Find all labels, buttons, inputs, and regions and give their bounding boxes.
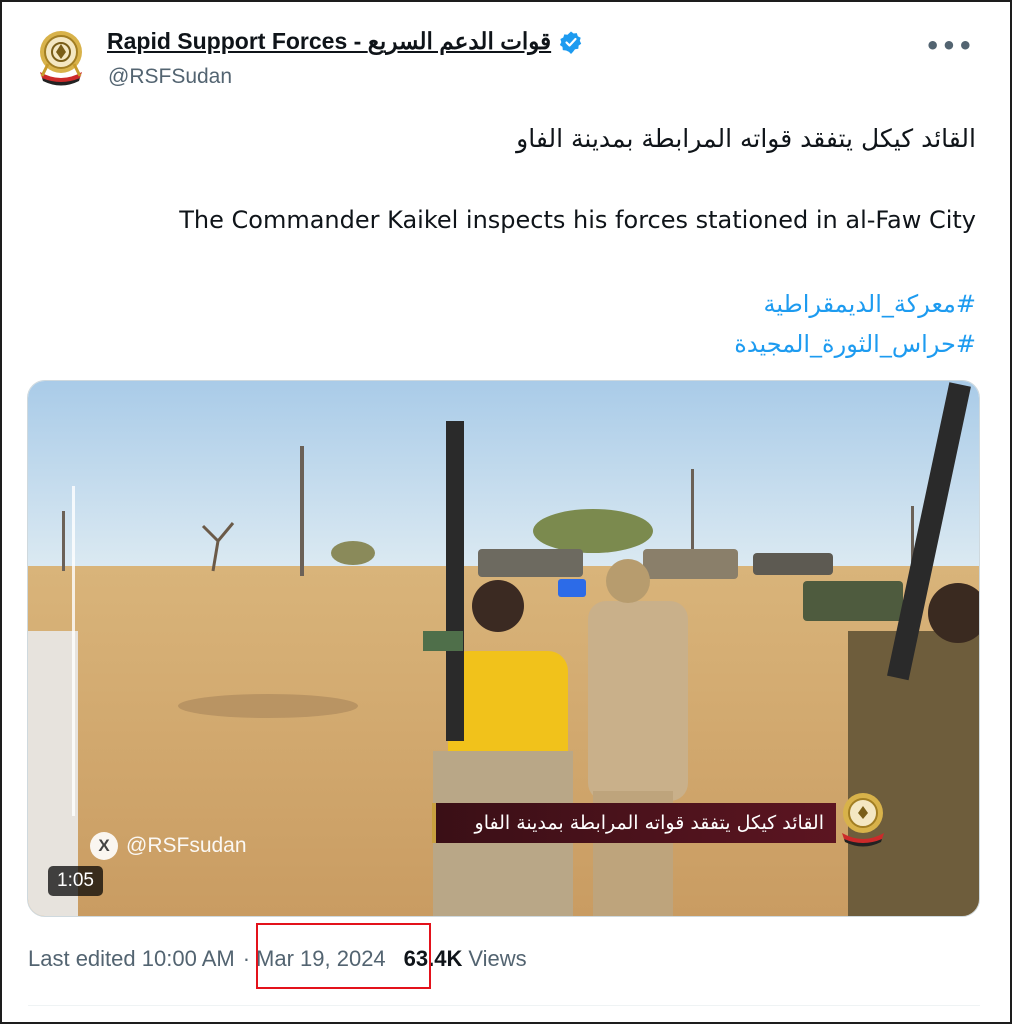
author-avatar[interactable] [34, 28, 88, 86]
verified-badge-icon [560, 31, 582, 54]
post-text: القائد كيكل يتفقد قواته المرابطة بمدينة … [102, 120, 976, 364]
meta-separator: · [242, 946, 251, 971]
edited-label[interactable]: Last edited 10:00 AM [28, 946, 235, 972]
x-logo-icon: X [90, 832, 118, 860]
date-highlight-box [256, 923, 431, 989]
hashtag-link[interactable]: #معركة_الديمقراطية [102, 284, 976, 324]
video-caption-text: القائد كيكل يتفقد قواته المرابطة بمدينة … [474, 812, 824, 834]
video-duration: 1:05 [48, 866, 103, 896]
post-text-arabic: القائد كيكل يتفقد قواته المرابطة بمدينة … [516, 124, 976, 153]
author-display-name[interactable]: Rapid Support Forces - قوات الدعم السريع [107, 28, 551, 55]
post-frame: Rapid Support Forces - قوات الدعم السريع… [0, 0, 1012, 1024]
divider [28, 1005, 980, 1006]
watermark-handle: @RSFsudan [126, 834, 247, 857]
video-watermark: X @RSFsudan [90, 832, 247, 860]
author-handle[interactable]: @RSFSudan [108, 65, 232, 89]
post-text-english: The Commander Kaikel inspects his forces… [179, 206, 976, 234]
more-options-icon[interactable]: ••• [925, 32, 974, 60]
hashtag-list: #معركة_الديمقراطية #حراس_الثورة_المجيدة [102, 284, 976, 364]
rsf-emblem-icon [40, 31, 82, 86]
rsf-emblem-icon [842, 793, 884, 847]
author-name-row: Rapid Support Forces - قوات الدعم السريع [107, 28, 583, 55]
hashtag-link[interactable]: #حراس_الثورة_المجيدة [102, 324, 976, 364]
video-player[interactable]: X @RSFsudan القائد كيكل يتفقد قواته المر… [27, 380, 980, 917]
views-label: Views [468, 946, 527, 971]
video-caption-banner: القائد كيكل يتفقد قواته المرابطة بمدينة … [432, 803, 836, 843]
